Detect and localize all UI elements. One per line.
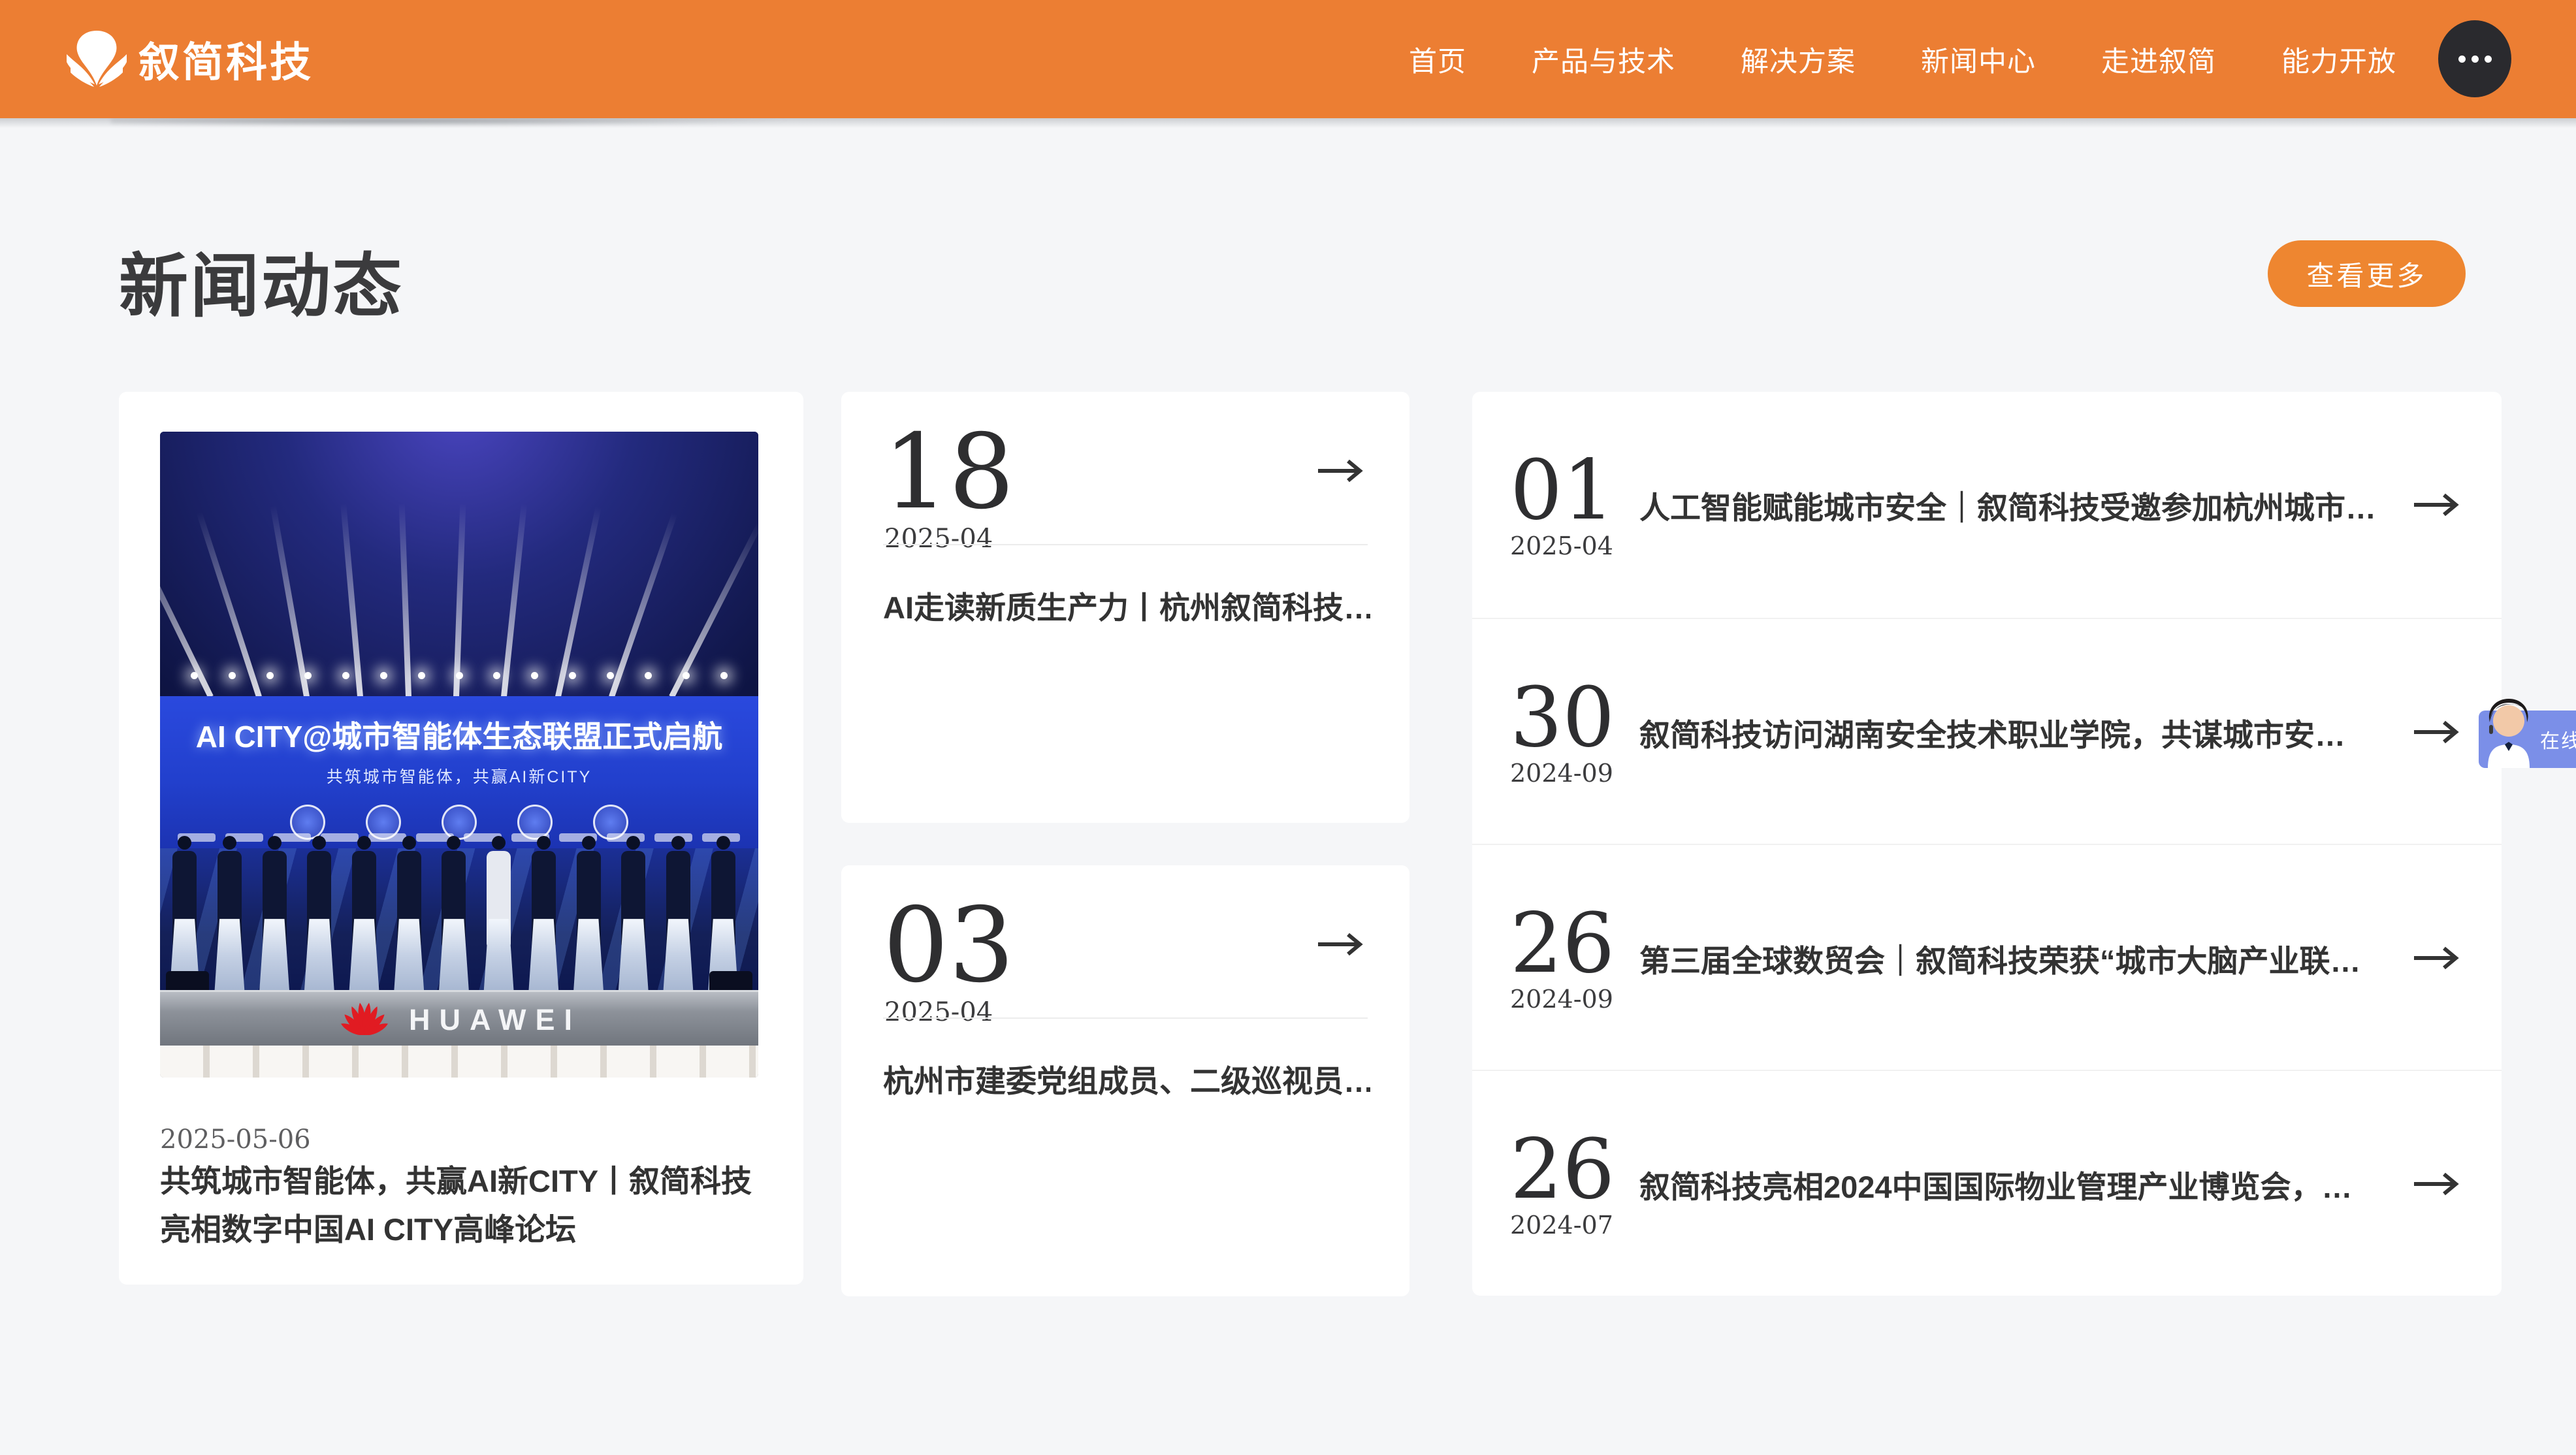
news-item-month: 2024-09 xyxy=(1510,985,1638,1014)
nav-item-solutions[interactable]: 解决方案 xyxy=(1741,39,1856,80)
featured-news-card[interactable]: AI CITY@城市智能体生态联盟正式启航 共筑城市智能体，共赢AI新CITY xyxy=(119,392,803,1285)
screen-banner-subtitle: 共筑城市智能体，共赢AI新CITY xyxy=(160,764,758,788)
top-navbar: 叙简科技 首页 产品与技术 解决方案 新闻中心 走进叙简 能力开放 xyxy=(0,0,2576,118)
huawei-logo-icon xyxy=(337,1001,392,1038)
arrow-right-icon[interactable] xyxy=(2411,491,2460,519)
news-card-title: 杭州市建委党组成员、二级巡视员… xyxy=(883,1056,1370,1101)
news-item-day: 26 xyxy=(1510,1128,1638,1211)
led-screen: AI CITY@城市智能体生态联盟正式启航 共筑城市智能体，共赢AI新CITY xyxy=(160,696,758,848)
nav-item-open-platform[interactable]: 能力开放 xyxy=(2281,39,2396,80)
news-item-month: 2025-04 xyxy=(1510,532,1638,560)
featured-news-photo: AI CITY@城市智能体生态联盟正式启航 共筑城市智能体，共赢AI新CITY xyxy=(160,432,758,1078)
stage-lights xyxy=(160,672,758,679)
online-consult-widget[interactable]: 在线咨询 xyxy=(2479,711,2576,768)
news-card[interactable]: 03 2025-04 杭州市建委党组成员、二级巡视员… xyxy=(841,865,1409,1296)
arrow-right-icon[interactable] xyxy=(1315,457,1364,485)
nav-item-products[interactable]: 产品与技术 xyxy=(1532,39,1675,80)
news-card-day: 03 xyxy=(883,894,1014,997)
news-item-day: 30 xyxy=(1510,677,1638,759)
header-shadow-patch xyxy=(111,118,797,126)
nav-item-about[interactable]: 走进叙简 xyxy=(2101,39,2216,80)
arrow-right-icon[interactable] xyxy=(2411,718,2460,746)
section-title: 新闻动态 xyxy=(119,230,404,330)
news-item-day: 26 xyxy=(1510,903,1638,985)
news-item-title: 人工智能赋能城市安全｜叙简科技受邀参加杭州城市… xyxy=(1639,483,2392,528)
stage-base: HUAWEI xyxy=(160,990,758,1047)
ellipsis-icon xyxy=(2458,56,2492,63)
huawei-wordmark: HUAWEI xyxy=(409,1003,581,1037)
customer-service-avatar xyxy=(2481,691,2536,768)
news-card[interactable]: 18 2025-04 AI走读新质生产力丨杭州叙简科技… xyxy=(841,392,1409,823)
news-card-title: AI走读新质生产力丨杭州叙简科技… xyxy=(883,583,1370,628)
news-item-month: 2024-07 xyxy=(1510,1211,1638,1239)
news-card-month: 2025-04 xyxy=(884,524,993,554)
news-list-item[interactable]: 26 2024-07 叙简科技亮相2024中国国际物业管理产业博览会，… xyxy=(1472,1071,2502,1297)
audience-chairs xyxy=(160,1046,758,1078)
news-item-title: 叙简科技亮相2024中国国际物业管理产业博览会，… xyxy=(1639,1162,2392,1207)
featured-news-title: 共筑城市智能体，共赢AI新CITY丨叙简科技亮相数字中国AI CITY高峰论坛 xyxy=(160,1157,762,1254)
nav-item-news[interactable]: 新闻中心 xyxy=(1921,39,2036,80)
news-item-month: 2024-09 xyxy=(1510,759,1638,788)
news-card-month: 2025-04 xyxy=(884,997,993,1027)
more-menu-button[interactable] xyxy=(2438,20,2511,97)
brand-logo[interactable]: 叙简科技 xyxy=(64,0,314,118)
main-nav: 首页 产品与技术 解决方案 新闻中心 走进叙简 能力开放 xyxy=(1409,0,2396,118)
page: 叙简科技 首页 产品与技术 解决方案 新闻中心 走进叙简 能力开放 新闻动态 查… xyxy=(0,0,2576,1455)
arrow-right-icon[interactable] xyxy=(1315,931,1364,958)
arrow-right-icon[interactable] xyxy=(2411,1170,2460,1198)
online-consult-label: 在线咨询 xyxy=(2540,711,2576,768)
news-list-item[interactable]: 30 2024-09 叙简科技访问湖南安全技术职业学院，共谋城市安… xyxy=(1472,619,2502,845)
news-item-title: 叙简科技访问湖南安全技术职业学院，共谋城市安… xyxy=(1639,710,2392,755)
brand-name: 叙简科技 xyxy=(138,29,314,89)
news-item-title: 第三届全球数贸会｜叙简科技荣获“城市大脑产业联… xyxy=(1639,936,2392,981)
news-list-panel: 01 2025-04 人工智能赋能城市安全｜叙简科技受邀参加杭州城市… 30 2… xyxy=(1472,392,2502,1296)
arrow-right-icon[interactable] xyxy=(2411,944,2460,972)
news-list-item[interactable]: 26 2024-09 第三届全球数贸会｜叙简科技荣获“城市大脑产业联… xyxy=(1472,845,2502,1071)
screen-banner-title: AI CITY@城市智能体生态联盟正式启航 xyxy=(160,713,758,756)
divider xyxy=(883,1017,1368,1019)
view-more-button[interactable]: 查看更多 xyxy=(2268,240,2466,307)
news-list-item[interactable]: 01 2025-04 人工智能赋能城市安全｜叙简科技受邀参加杭州城市… xyxy=(1472,392,2502,618)
nav-item-home[interactable]: 首页 xyxy=(1409,39,1466,80)
news-card-day: 18 xyxy=(883,421,1014,524)
news-item-day: 01 xyxy=(1510,449,1638,532)
featured-news-date: 2025-05-06 xyxy=(160,1125,311,1155)
leaf-logo-icon xyxy=(64,27,129,92)
divider xyxy=(883,544,1368,545)
